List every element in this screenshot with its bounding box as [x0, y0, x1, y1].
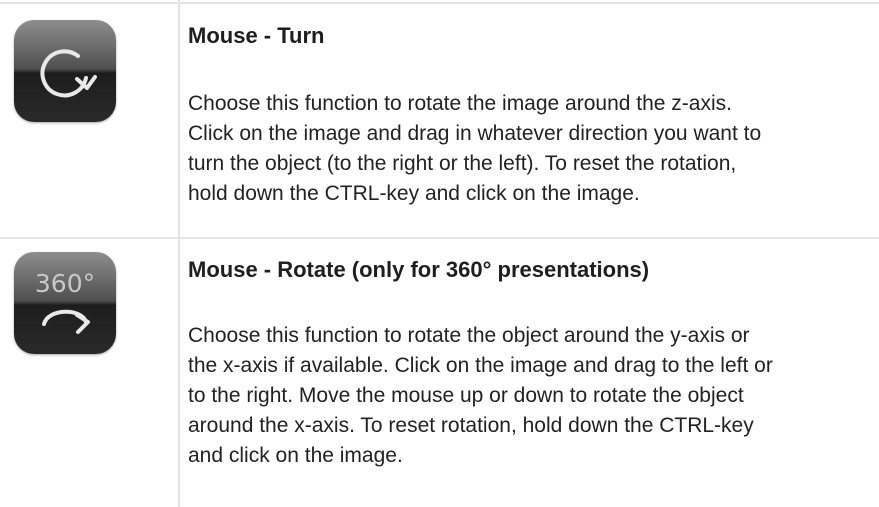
row-title: Mouse - Turn	[188, 23, 325, 48]
rotate-360-icon: 360°	[14, 252, 116, 354]
row-description-line: Choose this function to rotate the objec…	[188, 324, 750, 347]
row-divider	[0, 237, 879, 239]
help-table: Mouse - Turn Choose this function to rot…	[0, 0, 879, 507]
row-description-line: hold down the CTRL-key and click on the …	[188, 182, 640, 205]
row-description-line: around the x-axis. To reset rotation, ho…	[188, 414, 754, 437]
row-description-line: the x-axis if available. Click on the im…	[188, 354, 773, 377]
row-description-line: Click on the image and drag in whatever …	[188, 122, 762, 145]
row-description-line: Choose this function to rotate the image…	[188, 92, 732, 115]
rotate-clockwise-icon	[14, 20, 116, 122]
table-border-top	[0, 2, 879, 4]
icon-360-label: 360°	[35, 269, 95, 298]
row-description-line: to the right. Move the mouse up or down …	[188, 384, 744, 407]
row-description-line: and click on the image.	[188, 444, 403, 467]
row-title: Mouse - Rotate (only for 360° presentati…	[188, 257, 650, 282]
column-divider	[178, 0, 180, 507]
row-description-line: turn the object (to the right or the lef…	[188, 152, 737, 175]
